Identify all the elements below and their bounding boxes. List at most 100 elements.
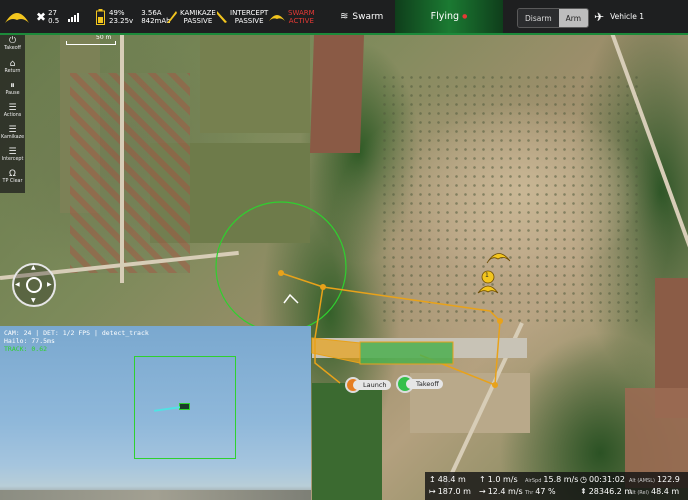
gps-indicator[interactable]: ✖ 27 0.5 — [36, 0, 59, 33]
actions-icon: ☰ — [8, 103, 17, 113]
battery-icon — [96, 8, 105, 25]
scale-bar — [66, 41, 116, 45]
telem-throttle: Thr 47 % — [525, 487, 556, 496]
hdop-value: 0.5 — [48, 16, 60, 25]
actions-button[interactable]: ☰ Actions — [0, 103, 25, 118]
intercept-title: INTERCEPT — [230, 8, 269, 17]
dropdown-indicator-icon: ● — [462, 13, 468, 20]
battery-voltage: 23.25v — [109, 16, 134, 25]
vehicle-label: Vehicle 1 — [610, 11, 645, 21]
arrow-down-icon: ▼ — [31, 297, 36, 304]
arm-toggle[interactable]: Disarm Arm — [517, 8, 590, 28]
arrow-up-icon: ▲ — [31, 264, 36, 271]
tp-clear-button-label: TP Clear — [2, 179, 23, 184]
kamikaze-menu-icon: ☰ — [8, 125, 17, 135]
kamikaze-button-label: Kamikaze — [0, 135, 25, 140]
arm-button[interactable]: Arm — [558, 9, 589, 27]
plane-icon: ✈ — [594, 9, 605, 24]
total-distance-icon: ⇞ — [580, 487, 587, 496]
virtual-joystick[interactable]: ▲ ▼ ◀ ▶ — [12, 263, 56, 307]
vehicle-heading-icon — [283, 293, 299, 304]
osd-line-2: Hailo: 77.5ms — [4, 337, 55, 345]
disarm-button[interactable]: Disarm — [518, 9, 559, 27]
waypoint-marker[interactable] — [492, 382, 498, 388]
pause-button-label: Pause — [5, 91, 20, 96]
kamikaze-button[interactable]: ☰ Kamikaze — [0, 125, 25, 140]
left-toolbar: ⏻ Takeoff ⌂ Return ⏸ Pause ☰ Actions ☰ K… — [0, 33, 25, 193]
intercept-button-label: Intercept — [1, 157, 24, 162]
drone-icon[interactable] — [484, 243, 512, 269]
pause-button[interactable]: ⏸ Pause — [0, 81, 25, 96]
top-toolbar: ✖ 27 0.5 49% 23.25v 3.56A 842mAh KAMIKAZ… — [0, 0, 688, 35]
waypoint-number: 1 — [485, 272, 489, 279]
takeoff-label: Takeoff — [406, 379, 443, 389]
approach-polygon — [311, 337, 361, 364]
battery-percent: 49% — [109, 8, 125, 17]
target-box — [179, 403, 190, 410]
telem-alt-rel: Alt (Rel) 48.4 m — [629, 487, 680, 496]
kamikaze-state: PASSIVE — [183, 16, 213, 25]
intercept-state: PASSIVE — [234, 16, 264, 25]
link-indicator[interactable] — [68, 0, 80, 33]
kamikaze-icon — [167, 10, 177, 23]
return-icon: ⌂ — [9, 59, 16, 69]
distance-icon: ↦ — [429, 487, 436, 496]
ground-speed-icon: → — [479, 487, 486, 496]
mission-path — [280, 272, 501, 387]
swarm-icon — [269, 14, 285, 21]
kamikaze-status[interactable]: KAMIKAZE PASSIVE — [166, 0, 216, 33]
waypoint-marker[interactable] — [278, 270, 284, 276]
telem-climb: ↑ 1.0 m/s — [479, 475, 518, 484]
pause-icon: ⏸ — [10, 81, 15, 91]
arrow-left-icon: ◀ — [15, 281, 20, 288]
swarm-button-label: Swarm — [352, 11, 384, 22]
swarm-state: ACTIVE — [288, 16, 314, 25]
kamikaze-title: KAMIKAZE — [180, 8, 216, 17]
swarm-button[interactable]: ≋ Swarm — [340, 0, 383, 33]
altitude-icon: ↥ — [429, 475, 436, 484]
takeoff-button[interactable]: ⏻ Takeoff — [0, 36, 25, 51]
takeoff-button-label: Takeoff — [4, 46, 21, 51]
telem-alt: ↥ 48.4 m — [429, 475, 466, 484]
waypoint-marker[interactable] — [497, 318, 503, 324]
intercept-icon — [217, 10, 227, 23]
flight-mode-indicator[interactable]: Flying ● — [395, 0, 503, 33]
horizon-ground — [0, 490, 311, 500]
intercept-menu-icon: ☰ — [8, 147, 17, 157]
return-button[interactable]: ⌂ Return — [0, 59, 25, 74]
telem-distance: ↦ 187.0 m — [429, 487, 471, 496]
landing-zone — [359, 341, 454, 365]
battery-indicator[interactable]: 49% 23.25v 3.56A 842mAh — [96, 0, 171, 33]
swarm-status[interactable]: SWARM ACTIVE — [268, 0, 315, 33]
telemetry-link-icon — [68, 12, 79, 22]
joystick-knob[interactable] — [26, 277, 42, 293]
swarm-title: SWARM — [288, 8, 315, 17]
scale-label: 50 m — [96, 34, 112, 41]
intercept-status[interactable]: INTERCEPT PASSIVE — [216, 0, 268, 33]
arrow-right-icon: ▶ — [47, 281, 52, 288]
drone-icon[interactable]: 1 — [474, 267, 502, 301]
telemetry-panel: ↥ 48.4 m ↑ 1.0 m/s AirSpd 15.8 m/s ◷ 00:31:0… — [425, 472, 688, 500]
telem-flight-time: ◷ 00:31:02 — [580, 475, 625, 484]
satellite-count: 27 — [48, 8, 57, 17]
osd-line-3: TRACK: 0.62 — [4, 345, 48, 353]
telem-airspeed: AirSpd 15.8 m/s — [525, 475, 579, 484]
telem-alt-amsl: Alt (AMSL) 122.9 — [629, 475, 680, 484]
waypoint-marker[interactable] — [320, 284, 326, 290]
tp-clear-button[interactable]: Ω TP Clear — [0, 169, 25, 184]
clock-icon: ◷ — [580, 475, 587, 484]
swarm-wave-icon: ≋ — [340, 10, 349, 22]
loiter-circle — [215, 201, 347, 333]
actions-button-label: Actions — [3, 113, 22, 118]
camera-feed[interactable]: CAM: 24 | DET: 1/2 FPS | detect_track Ha… — [0, 326, 311, 500]
satellite-icon: ✖ — [36, 9, 47, 24]
climb-icon: ↑ — [479, 475, 486, 484]
vehicle-selector[interactable]: ✈ Vehicle 1 — [594, 0, 644, 33]
osd-line-1: CAM: 24 | DET: 1/2 FPS | detect_track — [4, 329, 149, 337]
tp-clear-icon: Ω — [9, 169, 16, 179]
flight-mode-label: Flying — [430, 11, 460, 22]
app-logo[interactable] — [4, 5, 30, 27]
takeoff-icon: ⏻ — [8, 36, 17, 46]
return-button-label: Return — [4, 69, 21, 74]
intercept-button[interactable]: ☰ Intercept — [0, 147, 25, 162]
